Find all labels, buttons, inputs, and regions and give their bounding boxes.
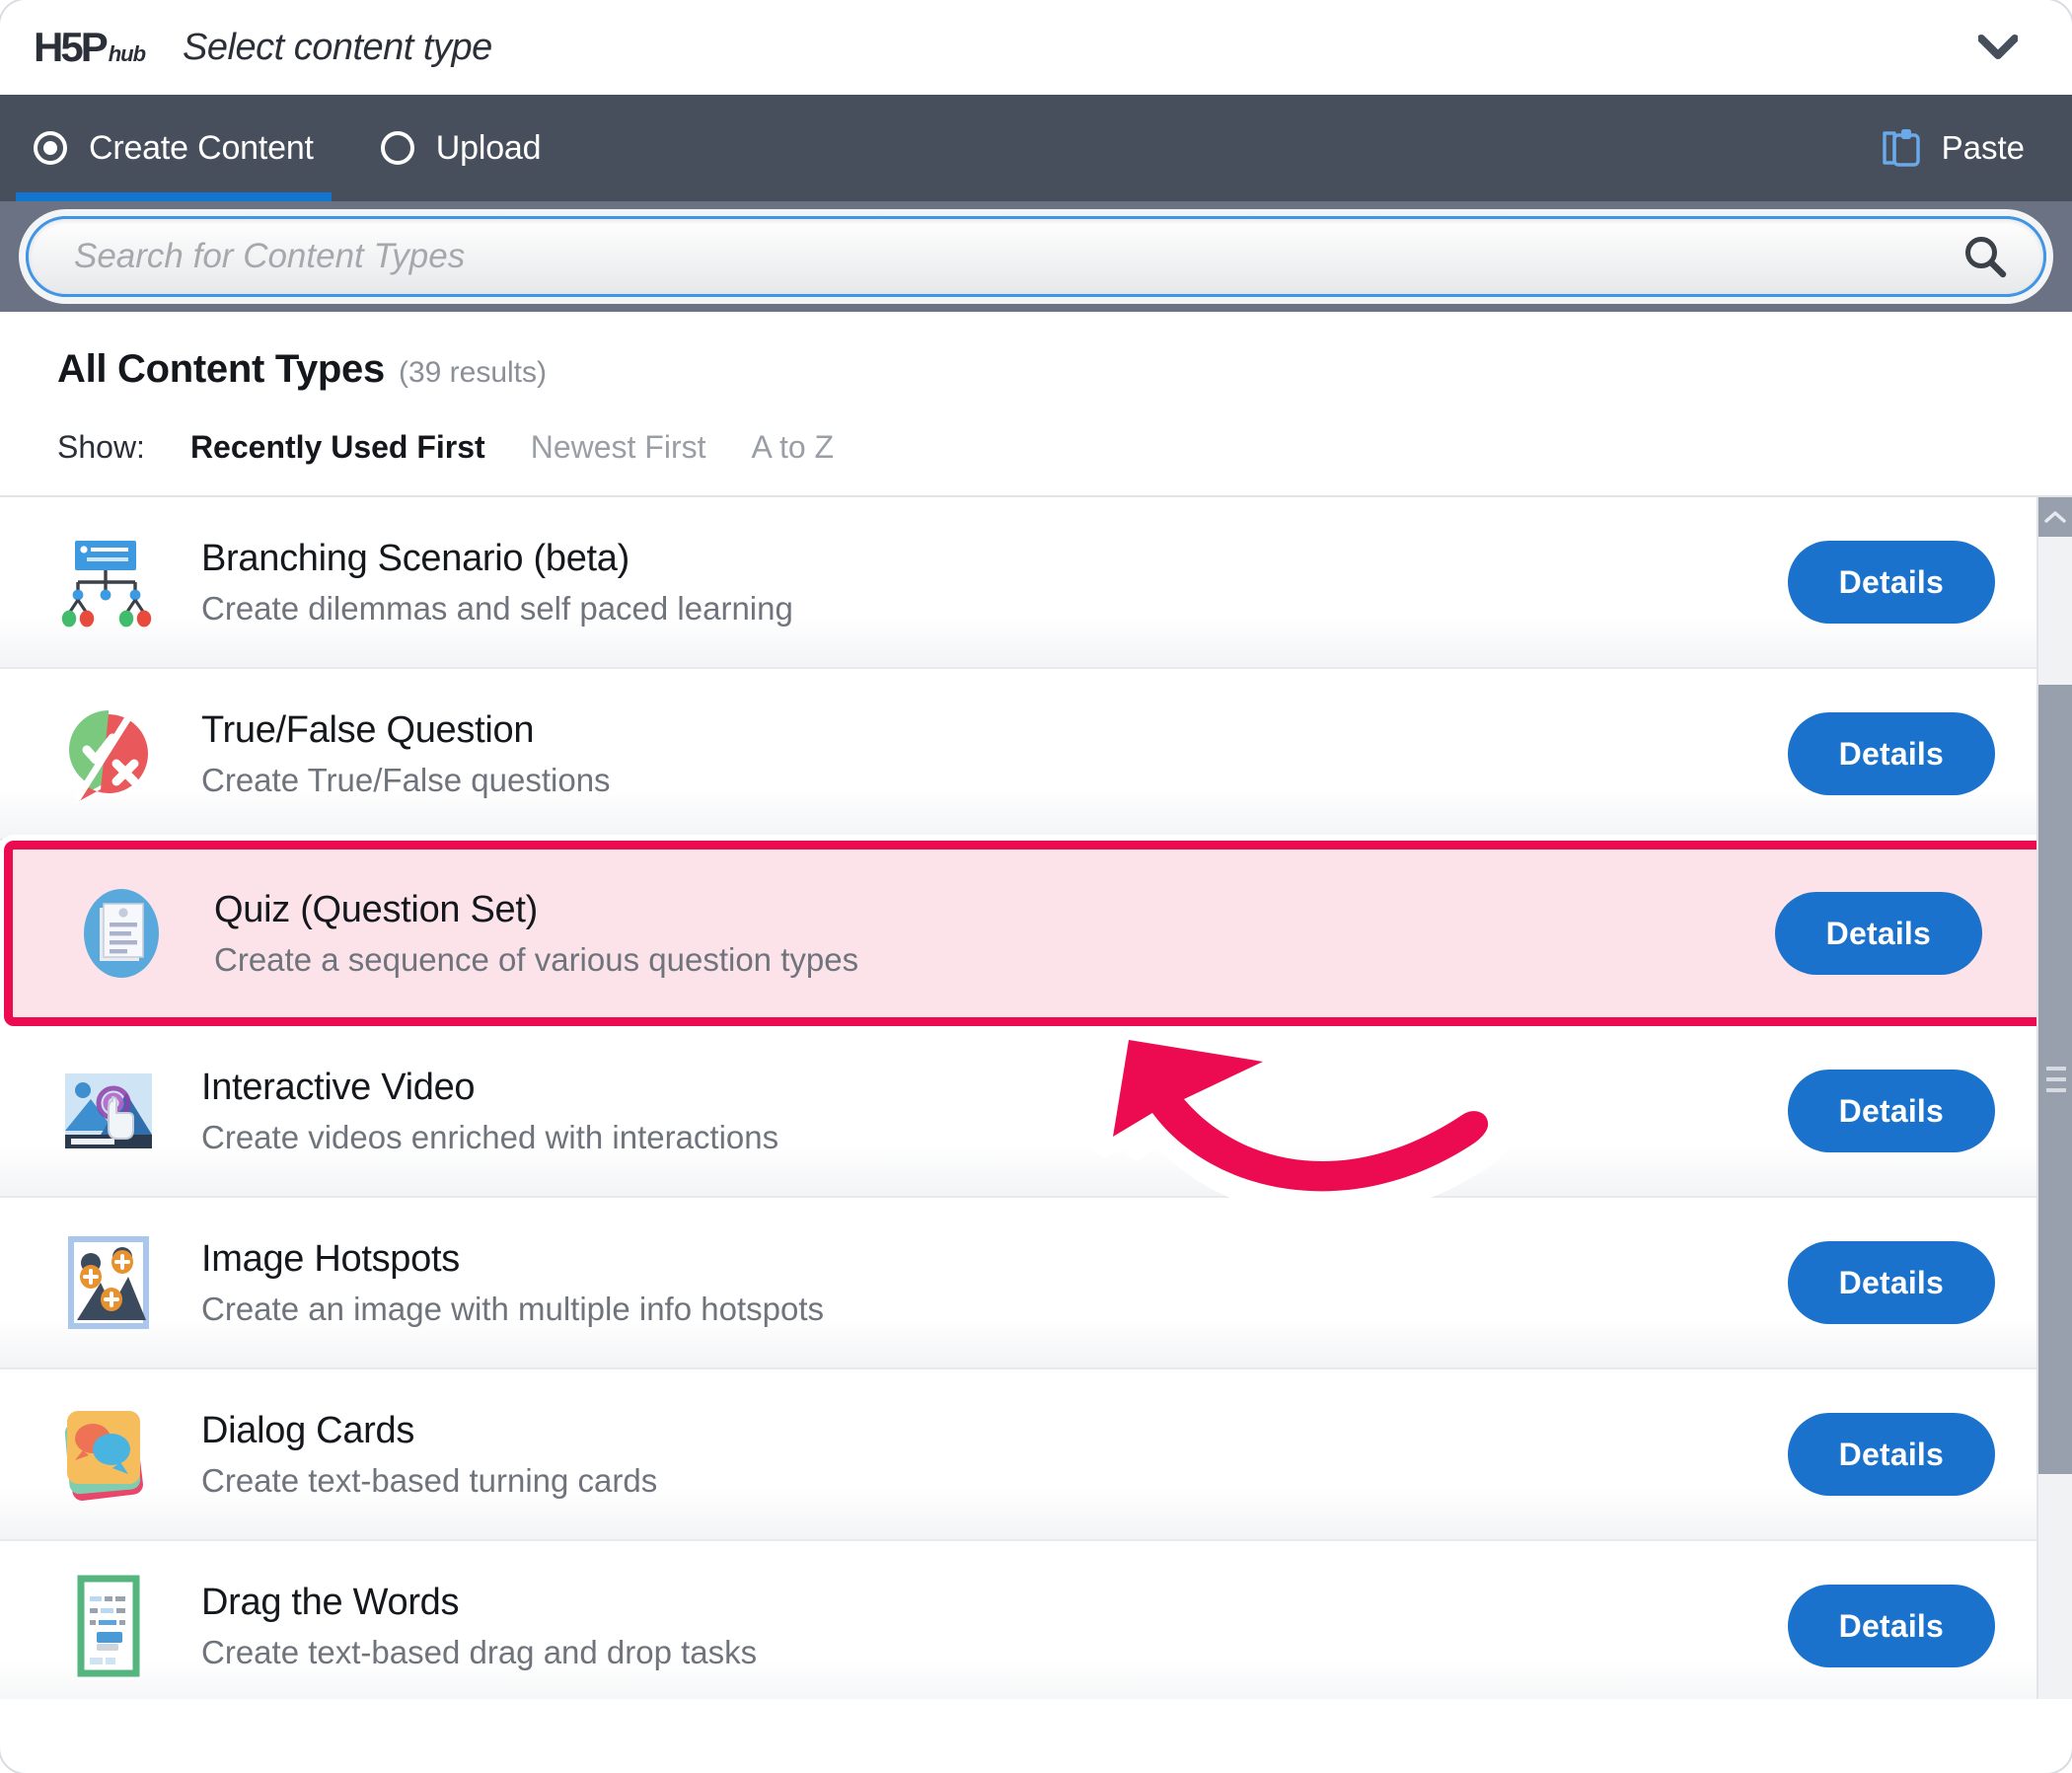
content-type-description: Create text-based turning cards (201, 1461, 658, 1499)
sort-option-recently-used-first[interactable]: Recently Used First (190, 429, 485, 466)
radio-selected-icon (34, 131, 67, 165)
content-type-title: Dialog Cards (201, 1409, 415, 1451)
content-type-row-true-false-question[interactable]: True/False Question Create True/False qu… (0, 669, 2072, 841)
scrollbar-thumb[interactable] (2038, 685, 2072, 1474)
search-band (0, 201, 2072, 312)
content-type-title: Interactive Video (201, 1066, 476, 1108)
branching-scenario-icon (57, 531, 160, 633)
logo-h5p-text: H5P (34, 24, 109, 70)
content-type-title: Image Hotspots (201, 1237, 460, 1280)
true-false-question-icon (57, 702, 160, 805)
content-type-title: Quiz (Question Set) (214, 888, 538, 930)
details-button-branching-scenario[interactable]: Details (1787, 541, 1995, 624)
logo-hub-text: hub (108, 41, 146, 66)
content-type-row-image-hotspots[interactable]: Image Hotspots Create an image with mult… (0, 1198, 2072, 1369)
details-button-dialog-cards[interactable]: Details (1787, 1413, 1995, 1496)
paste-label: Paste (1941, 129, 2025, 166)
quiz-question-set-icon (70, 882, 173, 985)
mode-tabbar: Create Content Upload Paste (0, 95, 2072, 201)
results-header: All Content Types (39 results) Show: Rec… (0, 312, 2072, 495)
chevron-up-icon (2044, 511, 2066, 523)
details-button-image-hotspots[interactable]: Details (1787, 1241, 1995, 1324)
show-label: Show: (57, 429, 145, 465)
h5p-hub-dialog: H5P hub Select content type Create Conte… (0, 0, 2072, 1773)
content-type-title: Branching Scenario (beta) (201, 537, 629, 579)
details-button-quiz-question-set[interactable]: Details (1774, 892, 1982, 975)
grip-lines-icon (2046, 1067, 2066, 1092)
chevron-down-icon (1978, 35, 2018, 59)
dialog-cards-icon (57, 1403, 160, 1506)
page-title: Select content type (183, 26, 492, 68)
content-type-title: Drag the Words (201, 1581, 460, 1623)
tab-upload-label: Upload (435, 128, 542, 167)
content-type-title: True/False Question (201, 708, 535, 751)
content-type-row-dialog-cards[interactable]: Dialog Cards Create text-based turning c… (0, 1369, 2072, 1541)
search-field-wrapper[interactable] (26, 216, 2046, 297)
content-type-description: Create True/False questions (201, 761, 611, 798)
results-count: (39 results) (398, 356, 547, 389)
details-button-interactive-video[interactable]: Details (1787, 1070, 1995, 1152)
drag-the-words-icon (57, 1575, 160, 1677)
details-button-true-false-question[interactable]: Details (1787, 712, 1995, 795)
dialog-titlebar: H5P hub Select content type (0, 0, 2072, 95)
content-type-list-viewport: Branching Scenario (beta) Create dilemma… (0, 495, 2072, 1699)
sort-filter-row: Show: Recently Used First Newest First A… (57, 429, 2072, 466)
content-type-description: Create videos enriched with interactions (201, 1118, 779, 1155)
tab-create-content[interactable]: Create Content (0, 95, 347, 201)
content-type-description: Create a sequence of various question ty… (214, 940, 859, 978)
clipboard-paste-icon (1882, 129, 1920, 167)
tab-upload[interactable]: Upload (347, 95, 575, 201)
sort-option-a-to-z[interactable]: A to Z (752, 429, 835, 466)
content-type-description: Create dilemmas and self paced learning (201, 589, 793, 627)
interactive-video-icon (57, 1060, 160, 1162)
results-title: All Content Types (57, 347, 385, 391)
search-icon[interactable] (1961, 232, 2010, 281)
sort-option-newest-first[interactable]: Newest First (531, 429, 706, 466)
content-type-list: Branching Scenario (beta) Create dilemma… (0, 497, 2072, 1699)
image-hotspots-icon (57, 1231, 160, 1334)
content-type-description: Create text-based drag and drop tasks (201, 1633, 758, 1670)
details-button-drag-the-words[interactable]: Details (1787, 1585, 1995, 1667)
paste-button[interactable]: Paste (1881, 125, 2025, 171)
tab-create-content-label: Create Content (89, 128, 314, 167)
content-type-row-quiz-question-set[interactable]: Quiz (Question Set) Create a sequence of… (4, 841, 2068, 1026)
collapse-button[interactable] (1975, 25, 2021, 70)
content-type-description: Create an image with multiple info hotsp… (201, 1290, 824, 1327)
content-type-row-branching-scenario[interactable]: Branching Scenario (beta) Create dilemma… (0, 497, 2072, 669)
list-scrollbar[interactable] (2036, 497, 2072, 1699)
scrollbar-up-button[interactable] (2038, 497, 2072, 537)
h5p-hub-logo: H5P hub (34, 24, 146, 71)
radio-unselected-icon (380, 131, 414, 165)
search-input[interactable] (74, 237, 1961, 276)
content-type-row-drag-the-words[interactable]: Drag the Words Create text-based drag an… (0, 1541, 2072, 1699)
content-type-row-interactive-video[interactable]: Interactive Video Create videos enriched… (0, 1026, 2072, 1198)
